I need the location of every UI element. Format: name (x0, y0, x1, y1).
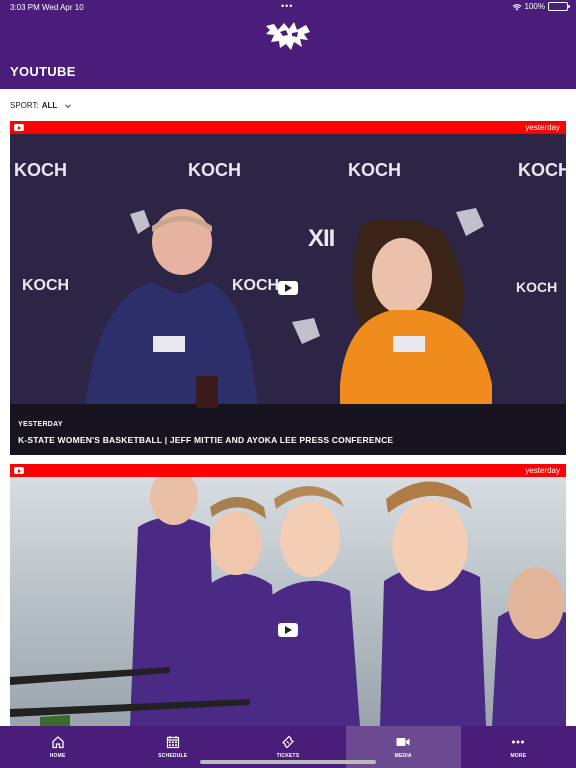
wildcat-logo (266, 22, 310, 50)
sport-filter-label: SPORT: (10, 101, 39, 110)
backdrop-text: KOCH (188, 160, 241, 180)
video-camera-icon (396, 738, 410, 746)
tab-label: HOME (49, 753, 66, 759)
home-icon (51, 736, 64, 749)
battery-percent: 100% (524, 2, 545, 11)
video-title[interactable]: K-STATE WOMEN'S BASKETBALL | JEFF MITTIE… (18, 435, 393, 445)
conference-logo-text: XII (308, 225, 335, 252)
calendar-icon (166, 736, 179, 749)
card-header-bar: yesterday (10, 121, 566, 134)
battery-icon (548, 2, 570, 11)
video-date: YESTERDAY (18, 421, 63, 428)
play-button[interactable] (278, 623, 298, 637)
backdrop-text: KOCH (22, 277, 69, 294)
youtube-icon (14, 467, 24, 474)
tab-label: MORE (510, 753, 527, 759)
backdrop-text: KOCH (516, 279, 557, 295)
sport-filter-value: ALL (41, 101, 58, 110)
video-badge-time: yesterday (525, 123, 560, 132)
app-header: YOUTUBE (0, 14, 576, 89)
video-badge-time: yesterday (525, 466, 560, 475)
backdrop-text: KOCH (232, 277, 279, 294)
multitasking-dots[interactable]: ••• (281, 1, 293, 11)
status-bar: 3:03 PM Wed Apr 10 ••• 100% (0, 0, 576, 14)
tab-home[interactable]: HOME (0, 726, 115, 768)
backdrop-text: KOCH (14, 160, 67, 180)
card-header-bar: yesterday (10, 464, 566, 477)
backdrop-text: KOCH (518, 160, 566, 180)
tab-label: SCHEDULE (158, 753, 188, 759)
tab-label: MEDIA (394, 753, 412, 759)
status-time: 3:03 PM (10, 3, 40, 12)
video-card[interactable]: yesterday KOCH KOCH KOCH KOCH KOCH KOCH … (10, 121, 566, 455)
status-date: Wed Apr 10 (42, 3, 84, 12)
more-dots-icon (512, 740, 525, 744)
tab-label: TICKETS (276, 753, 300, 759)
video-thumbnail[interactable] (10, 477, 566, 726)
status-right: 100% (512, 2, 570, 11)
page-title: YOUTUBE (10, 64, 76, 79)
tab-more[interactable]: MORE (461, 726, 576, 768)
video-card[interactable]: yesterday (10, 464, 566, 726)
home-indicator[interactable] (200, 760, 376, 764)
backdrop-text: KOCH (348, 160, 401, 180)
youtube-icon (14, 124, 24, 131)
chevron-down-icon (65, 103, 72, 108)
play-button[interactable] (278, 281, 298, 295)
sport-filter-dropdown[interactable]: SPORT: ALL (10, 101, 72, 110)
wifi-icon (512, 3, 521, 10)
ticket-icon (282, 735, 294, 749)
